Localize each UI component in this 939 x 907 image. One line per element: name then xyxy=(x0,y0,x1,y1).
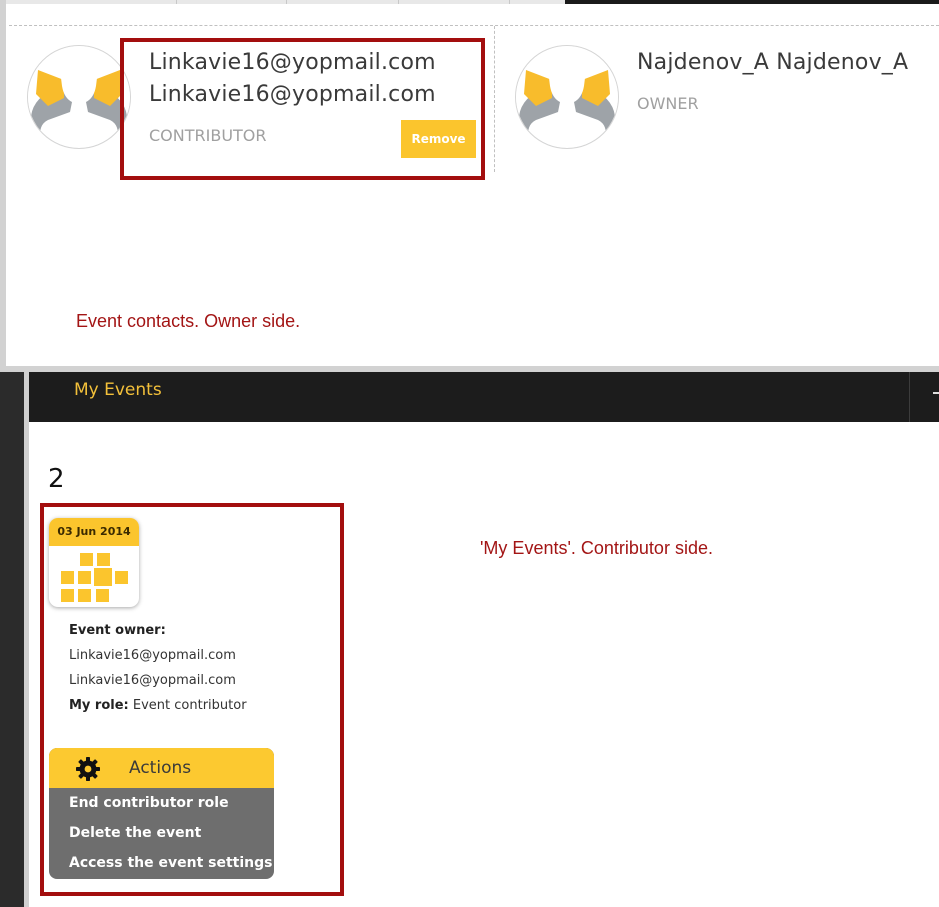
user-avatar-icon xyxy=(28,46,130,148)
highlight-box-event-card xyxy=(40,503,344,896)
dashed-column-divider xyxy=(494,26,495,172)
event-contacts-panel: Linkavie16@yopmail.com Linkavie16@yopmai… xyxy=(6,0,939,366)
tab-separator xyxy=(398,0,399,4)
nav-menu-fragment-icon[interactable] xyxy=(933,392,939,394)
dashed-divider xyxy=(9,25,939,26)
top-nav-bar: My Events xyxy=(29,372,939,422)
my-events-content: 2 03 Jun 2014 Event owner: Linkavie16@yo… xyxy=(29,422,939,907)
tab-separator xyxy=(509,0,510,4)
owner-role-label: OWNER xyxy=(637,94,699,113)
tab-strip xyxy=(6,0,939,4)
user-avatar-icon xyxy=(516,46,618,148)
nav-divider xyxy=(909,372,910,422)
annotation-contributor-side: 'My Events'. Contributor side. xyxy=(480,538,713,558)
owner-avatar xyxy=(515,45,619,149)
step-number: 2 xyxy=(48,464,65,494)
window-edge xyxy=(0,372,24,907)
active-tab-bar xyxy=(565,0,939,4)
event-contacts-window: Linkavie16@yopmail.com Linkavie16@yopmai… xyxy=(0,0,939,372)
nav-my-events-link[interactable]: My Events xyxy=(74,380,162,400)
tab-separator xyxy=(176,0,177,4)
owner-name: Najdenov_A Najdenov_A xyxy=(637,50,909,75)
highlight-box-contributor xyxy=(120,38,485,180)
tab-separator xyxy=(286,0,287,4)
annotation-owner-side: Event contacts. Owner side. xyxy=(76,311,301,331)
contributor-avatar xyxy=(27,45,131,149)
